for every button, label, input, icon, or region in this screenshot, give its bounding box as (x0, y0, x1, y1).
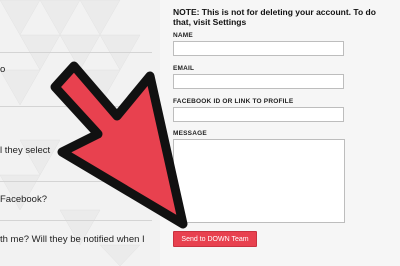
red-arrow-pointer-icon (50, 61, 188, 229)
